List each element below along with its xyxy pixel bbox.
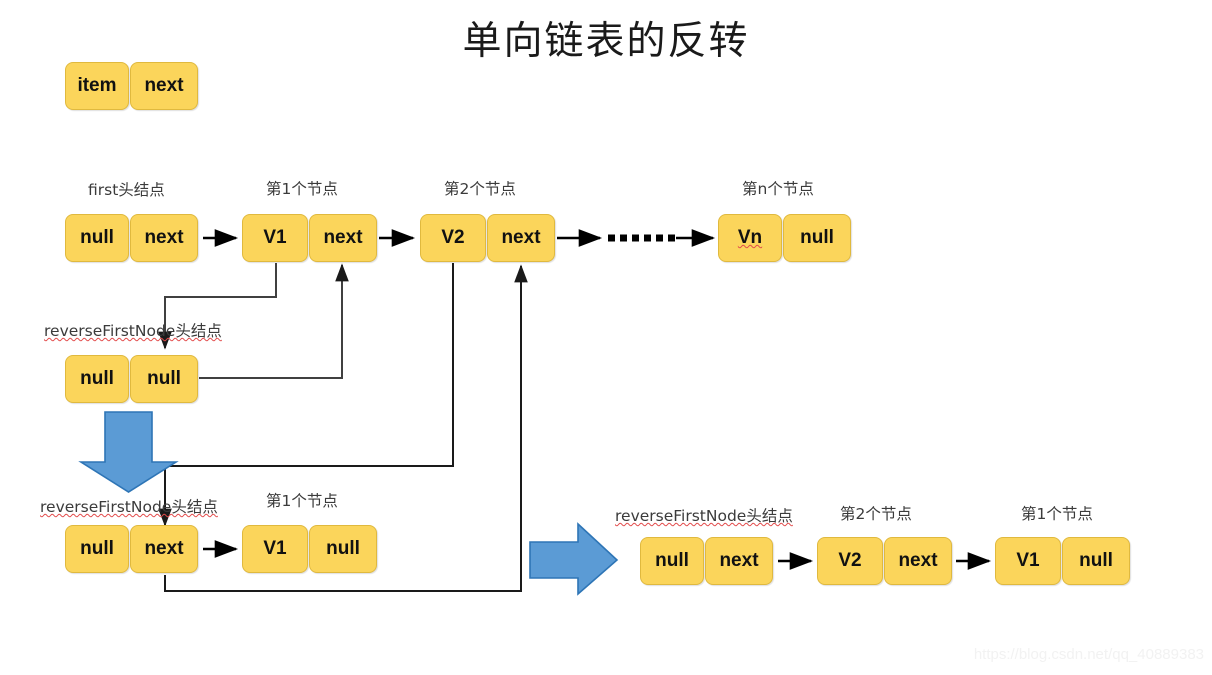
node-v1: V1 next — [242, 214, 377, 262]
diagram-canvas: 单向链表的反转 item next first头结点 第1个节点 第2个节点 第… — [0, 0, 1212, 675]
reversed-node-v1-next: null — [309, 525, 377, 573]
caption-node-2: 第2个节点 — [444, 180, 516, 198]
node-legend: item next — [65, 62, 198, 110]
caption-node-1: 第1个节点 — [266, 180, 338, 198]
watermark: https://blog.csdn.net/qq_40889383 — [973, 646, 1204, 663]
result-head-node-next: next — [705, 537, 773, 585]
caption-result-node-1: 第1个节点 — [1021, 505, 1093, 523]
legend-cell-next: next — [130, 62, 198, 110]
reverse-head-node-step-next: next — [130, 525, 198, 573]
connector-v2-to-reverse-head-step — [158, 263, 454, 527]
node-v1-next: next — [309, 214, 377, 262]
reverse-head-node-initial-next: null — [130, 355, 198, 403]
result-node-v1-item: V1 — [995, 537, 1061, 585]
caption-reversed-node-1: 第1个节点 — [266, 492, 338, 510]
reverse-head-node-initial: null null — [65, 355, 198, 403]
caption-result-head: reverseFirstNode头结点 — [615, 507, 793, 525]
result-node-v2: V2 next — [817, 537, 952, 585]
caption-node-n: 第n个节点 — [742, 180, 814, 198]
reversed-node-v1: V1 null — [242, 525, 377, 573]
result-node-v2-item: V2 — [817, 537, 883, 585]
node-vn-item: Vn — [718, 214, 782, 262]
result-head-node-item: null — [640, 537, 704, 585]
node-v1-item: V1 — [242, 214, 308, 262]
ellipsis-dots — [608, 234, 675, 242]
first-head-node-item: null — [65, 214, 129, 262]
first-head-node-next: next — [130, 214, 198, 262]
reverse-head-node-initial-item: null — [65, 355, 129, 403]
caption-reverse-head-initial: reverseFirstNode头结点 — [44, 322, 222, 340]
result-node-v2-next: next — [884, 537, 952, 585]
caption-first-head: first头结点 — [88, 181, 165, 199]
reversed-node-v1-item: V1 — [242, 525, 308, 573]
legend-cell-item: item — [65, 62, 129, 110]
reverse-head-node-step: null next — [65, 525, 198, 573]
result-node-v1-next: null — [1062, 537, 1130, 585]
blue-right-arrow — [529, 522, 619, 596]
node-v2: V2 next — [420, 214, 555, 262]
result-node-v1: V1 null — [995, 537, 1130, 585]
page-title: 单向链表的反转 — [462, 19, 750, 64]
first-head-node: null next — [65, 214, 198, 262]
blue-down-arrow — [78, 411, 179, 493]
reverse-head-node-step-item: null — [65, 525, 129, 573]
caption-result-node-2: 第2个节点 — [840, 505, 912, 523]
node-v2-next: next — [487, 214, 555, 262]
node-vn-next: null — [783, 214, 851, 262]
caption-reverse-head-step: reverseFirstNode头结点 — [40, 498, 218, 516]
node-v2-item: V2 — [420, 214, 486, 262]
result-head-node: null next — [640, 537, 773, 585]
node-vn: Vn null — [718, 214, 851, 262]
